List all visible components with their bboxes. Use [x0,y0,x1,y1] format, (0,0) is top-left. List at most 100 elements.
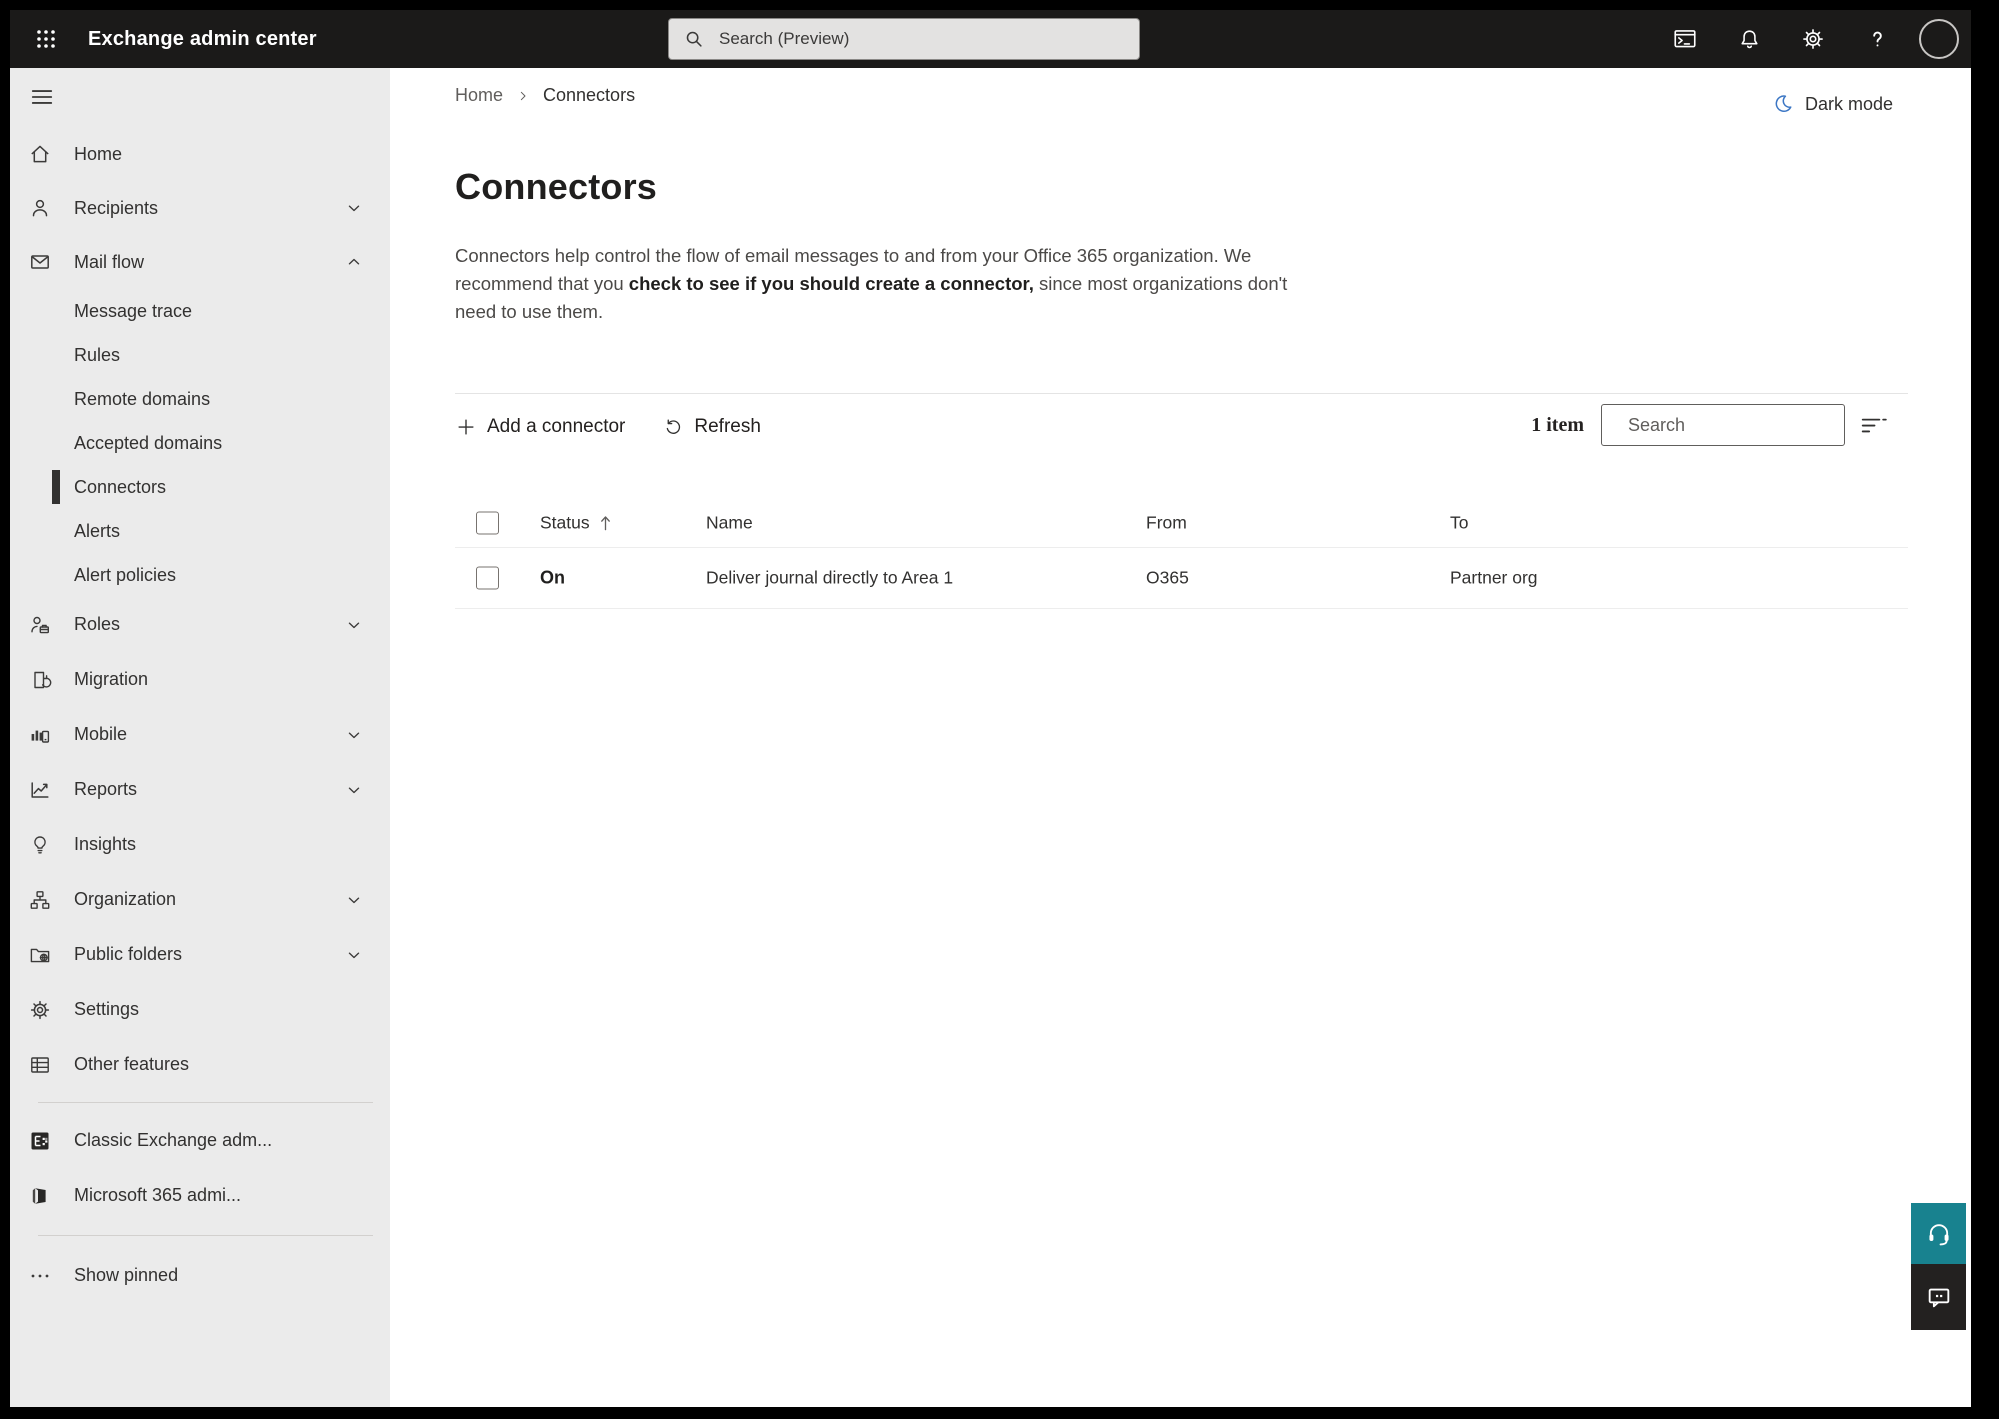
terminal-icon [1672,26,1698,52]
description-link[interactable]: check to see if you should create a conn… [629,273,1034,294]
sidebar-item-remote-domains[interactable]: Remote domains [10,377,390,421]
global-search-input[interactable] [717,28,1125,50]
sidebar-item-mobile[interactable]: Mobile [10,707,390,762]
chevron-down-icon [344,198,364,218]
list-search-box[interactable] [1601,404,1862,446]
sidebar-item-migration[interactable]: Migration [10,652,390,707]
page-description: Connectors help control the flow of emai… [455,242,1327,326]
org-chart-icon [28,888,52,912]
sidebar-item-label: Organization [74,889,177,909]
support-button[interactable] [1911,1203,1966,1264]
powershell-button[interactable] [1663,17,1707,61]
exchange-admin-window: Exchange admin center Search (Preview) H… [10,10,1971,1407]
column-header-label: Status [540,512,590,533]
microsoft-365-logo-icon [28,1184,52,1208]
search-icon [683,28,705,50]
lightbulb-icon [28,833,52,857]
account-avatar[interactable] [1919,19,1959,59]
feedback-button[interactable] [1911,1264,1966,1330]
topbar-left: Exchange admin center [26,10,317,68]
help-button[interactable] [1855,17,1899,61]
column-header-status[interactable]: Status [540,513,613,534]
sidebar-divider [38,1102,373,1103]
sidebar-item-label: Migration [74,669,149,689]
list-toolbar: Add a connector Refresh [455,408,761,446]
question-icon [1865,27,1890,52]
sidebar-item-reports[interactable]: Reports [10,762,390,817]
refresh-button[interactable]: Refresh [663,416,761,438]
column-header-label: To [1450,512,1469,533]
sidebar-item-public-folders[interactable]: Public folders [10,927,390,982]
sidebar-item-microsoft-365[interactable]: Microsoft 365 admi... [10,1168,390,1223]
sidebar-item-organization[interactable]: Organization [10,872,390,927]
hamburger-icon [29,84,55,110]
cell-status: On [540,568,565,589]
select-all-checkbox[interactable] [476,511,499,535]
menu-toggle-button[interactable] [28,83,56,111]
sidebar-item-label: Classic Exchange adm... [74,1130,273,1150]
sidebar-item-label: Recipients [74,197,159,218]
breadcrumb: Home Connectors [455,85,635,106]
column-header-from[interactable]: From [1146,513,1187,534]
chevron-down-icon [344,945,364,965]
breadcrumb-current: Connectors [543,85,636,105]
feedback-chat-icon [1925,1283,1953,1311]
list-search-input[interactable] [1626,413,1862,437]
top-app-bar: Exchange admin center [10,10,1971,68]
settings-button[interactable] [1791,17,1835,61]
global-search-box[interactable] [668,18,1140,60]
sidebar-item-home[interactable]: Home [10,127,390,181]
topbar-right [1663,10,1967,68]
notifications-button[interactable] [1727,17,1771,61]
sidebar-item-label: Reports [74,779,138,799]
sidebar-item-label: Roles [74,614,121,634]
sidebar-item-insights[interactable]: Insights [10,817,390,872]
sidebar-item-connectors[interactable]: Connectors [10,465,390,509]
toolbar-divider [455,393,1908,394]
sidebar-item-label: Rules [74,344,121,365]
sidebar-item-accepted-domains[interactable]: Accepted domains [10,421,390,465]
sidebar-item-label: Settings [74,999,140,1019]
sidebar-item-classic-exchange[interactable]: Classic Exchange adm... [10,1113,390,1168]
chevron-down-icon [344,890,364,910]
column-header-label: Name [706,512,753,533]
column-header-label: From [1146,512,1187,533]
sidebar-item-show-pinned[interactable]: Show pinned [10,1248,390,1303]
chevron-up-icon [344,252,364,272]
sidebar-item-recipients[interactable]: Recipients [10,181,390,235]
chevron-down-icon [344,725,364,745]
column-header-to[interactable]: To [1450,513,1468,534]
filter-sort-button[interactable] [1860,412,1888,438]
table-header-row: Status Name From To [455,499,1908,548]
ellipsis-icon [28,1264,52,1288]
chevron-down-icon [344,615,364,635]
migration-icon [28,668,52,692]
sidebar-item-mail-flow[interactable]: Mail flow [10,235,390,289]
moon-icon [1771,92,1795,116]
filter-icon [1860,412,1888,438]
sidebar-item-alert-policies[interactable]: Alert policies [10,553,390,597]
column-header-name[interactable]: Name [706,513,753,534]
connectors-table: Status Name From To On Deliver journal d… [455,499,1908,609]
breadcrumb-home-link[interactable]: Home [455,85,503,106]
row-checkbox[interactable] [476,566,499,590]
gear-icon [28,998,52,1022]
sidebar-item-message-trace[interactable]: Message trace [10,289,390,333]
add-connector-button[interactable]: Add a connector [455,416,625,438]
table-row[interactable]: On Deliver journal directly to Area 1 O3… [455,548,1908,609]
sidebar-item-settings[interactable]: Settings [10,982,390,1037]
sidebar-item-label: Accepted domains [74,432,223,453]
dark-mode-toggle[interactable]: Dark mode [1771,92,1893,116]
sidebar-item-label: Alerts [74,520,121,541]
sidebar-item-other-features[interactable]: Other features [10,1037,390,1092]
cell-name[interactable]: Deliver journal directly to Area 1 [706,568,953,589]
folder-globe-icon [28,943,52,967]
app-launcher-button[interactable] [26,17,66,61]
sidebar-item-rules[interactable]: Rules [10,333,390,377]
sort-ascending-icon [598,514,613,533]
sidebar-item-alerts[interactable]: Alerts [10,509,390,553]
sidebar-item-roles[interactable]: Roles [10,597,390,652]
item-count: 1 item [1531,413,1584,436]
connector-name: Deliver journal directly to Area 1 [706,567,954,588]
screenshot-root: { "colors": { "topbar_bg": "#1b1a19", "s… [0,0,1999,1419]
